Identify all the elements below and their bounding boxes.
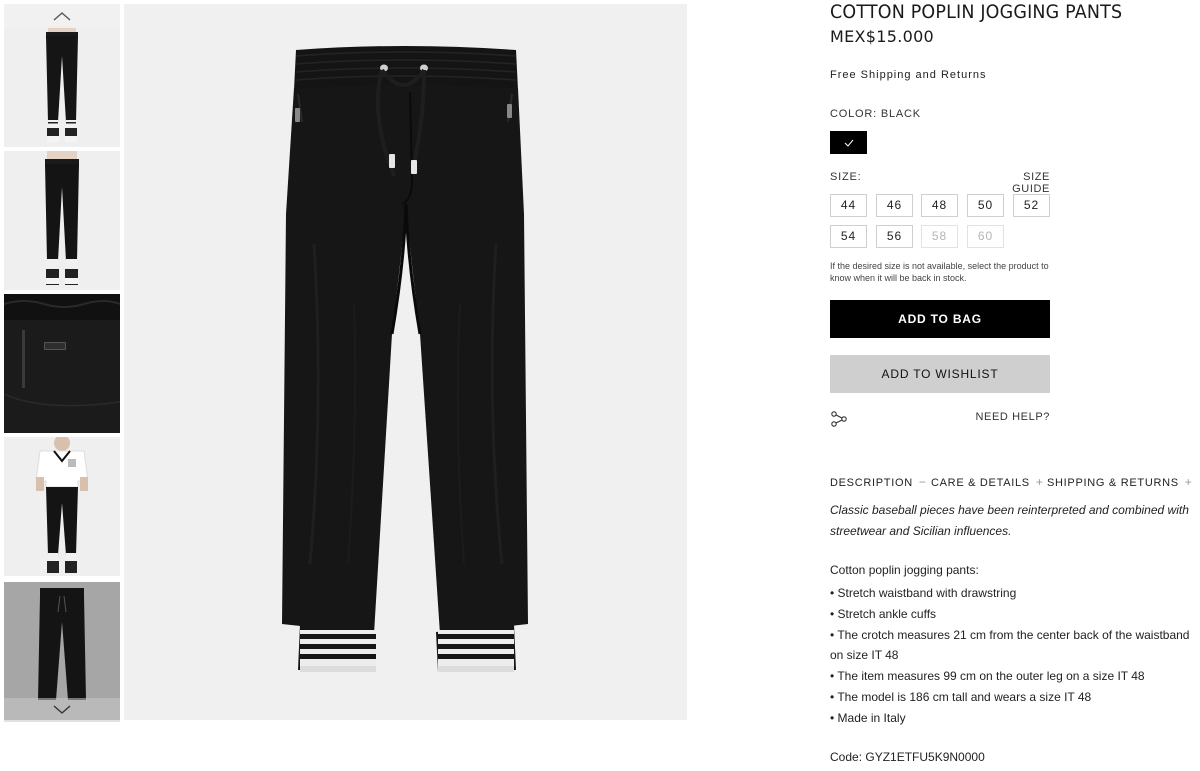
model-front-image (4, 151, 120, 290)
thumbnail-scroll-down-button[interactable] (4, 698, 120, 722)
tab-label: DESCRIPTION (830, 477, 913, 489)
size-guide-link[interactable]: SIZE GUIDE (990, 171, 1050, 195)
list-item: • Stretch waistband with drawstring (830, 586, 1017, 600)
size-option-46[interactable]: 46 (876, 194, 913, 217)
main-product-image[interactable] (124, 4, 687, 720)
size-option-44[interactable]: 44 (830, 194, 867, 217)
size-option-48[interactable]: 48 (921, 194, 958, 217)
product-price: MEX$15.000 (830, 27, 935, 46)
minus-icon: − (918, 475, 927, 489)
add-to-wishlist-button[interactable]: ADD TO WISHLIST (830, 355, 1050, 393)
size-option-60-unavailable[interactable]: 60 (967, 225, 1004, 248)
size-availability-note: If the desired size is not available, se… (830, 261, 1049, 283)
thumbnail-3[interactable] (4, 294, 120, 433)
list-item: • The crotch measures 21 cm from the cen… (830, 627, 1190, 663)
details-title: Cotton poplin jogging pants: (830, 563, 979, 577)
model-front-image (4, 26, 120, 147)
chevron-down-icon (53, 705, 71, 714)
size-label: SIZE: (830, 171, 862, 183)
tab-label: SHIPPING & RETURNS (1047, 477, 1179, 489)
checkmark-icon (844, 139, 853, 147)
thumbnail-scroll-up-button[interactable] (4, 4, 120, 28)
thumbnail-rail (4, 4, 120, 722)
size-option-58-unavailable[interactable]: 58 (921, 225, 958, 248)
thumbnail-1[interactable] (4, 26, 120, 147)
details-list: • Stretch waistband with drawstring • St… (830, 583, 1190, 729)
need-help-link[interactable]: NEED HELP? (960, 411, 1050, 423)
list-item: • Made in Italy (830, 710, 906, 725)
jogging-pants-image (124, 4, 687, 720)
thumbnail-4[interactable] (4, 437, 120, 576)
description-intro: Classic baseball pieces have been reinte… (830, 503, 1189, 538)
plus-icon: + (1184, 475, 1193, 489)
tab-description[interactable]: DESCRIPTION − (830, 475, 927, 489)
size-option-52[interactable]: 52 (1013, 194, 1050, 217)
product-title: COTTON POPLIN JOGGING PANTS (830, 1, 1123, 23)
list-item: • The item measures 99 cm on the outer l… (830, 669, 1145, 684)
plus-icon: + (1035, 475, 1044, 489)
chevron-up-icon (53, 12, 71, 21)
size-option-54[interactable]: 54 (830, 225, 867, 248)
color-label: COLOR: BLACK (830, 108, 921, 120)
product-code: Code: GYZ1ETFU5K9N0000 (830, 750, 985, 764)
size-option-50[interactable]: 50 (967, 194, 1004, 217)
share-icon[interactable] (830, 410, 848, 428)
tab-care-details[interactable]: CARE & DETAILS + (931, 475, 1044, 489)
tab-shipping-returns[interactable]: SHIPPING & RETURNS + (1047, 475, 1193, 489)
add-to-bag-button[interactable]: ADD TO BAG (830, 300, 1050, 338)
tab-label: CARE & DETAILS (931, 477, 1030, 489)
pocket-detail-image (4, 294, 120, 433)
list-item: • The model is 186 cm tall and wears a s… (830, 689, 1092, 704)
shipping-note: Free Shipping and Returns (830, 69, 987, 81)
list-item: • Stretch ankle cuffs (830, 606, 937, 621)
color-swatch-black[interactable] (830, 131, 867, 154)
thumbnail-2[interactable] (4, 151, 120, 290)
size-option-56[interactable]: 56 (876, 225, 913, 248)
model-tshirt-image (4, 437, 120, 576)
